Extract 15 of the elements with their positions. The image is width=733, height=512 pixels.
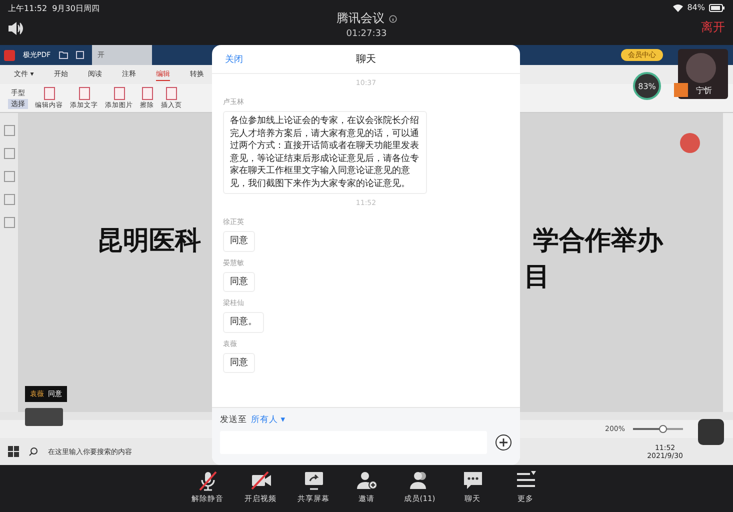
meeting-duration: 01:27:33: [346, 29, 387, 39]
document-heading: 学合作举办: [533, 225, 663, 257]
message-bubble: 各位参加线上论证会的专家，在议会张院长介绍完人才培养方案后，请大家有意见的话，可以通过两个方式：直接开话筒或者在聊天功能里发表意见，等论证结束后形成论证意见后，请各位专家在聊天工作框里文字输入同意论证意见的意见，我们截图下来作为大家专家的论证意见。: [223, 111, 427, 194]
message-bubble: 同意: [223, 231, 255, 252]
message-bubble: 同意: [223, 352, 255, 373]
status-time: 上午11:52 9月30日周四: [8, 3, 100, 14]
document-heading: 昆明医科: [97, 225, 201, 257]
document-heading: 目: [524, 261, 550, 293]
send-to-label: 发送至: [220, 414, 247, 426]
battery-percent: 84%: [687, 3, 705, 12]
message-bubble: 同意: [223, 272, 255, 292]
meeting-title: 腾讯会议: [336, 10, 384, 27]
participant-name: 宁忻: [696, 85, 712, 96]
chat-title: 聊天: [356, 53, 376, 66]
message-bubble: 同意。: [223, 312, 264, 332]
